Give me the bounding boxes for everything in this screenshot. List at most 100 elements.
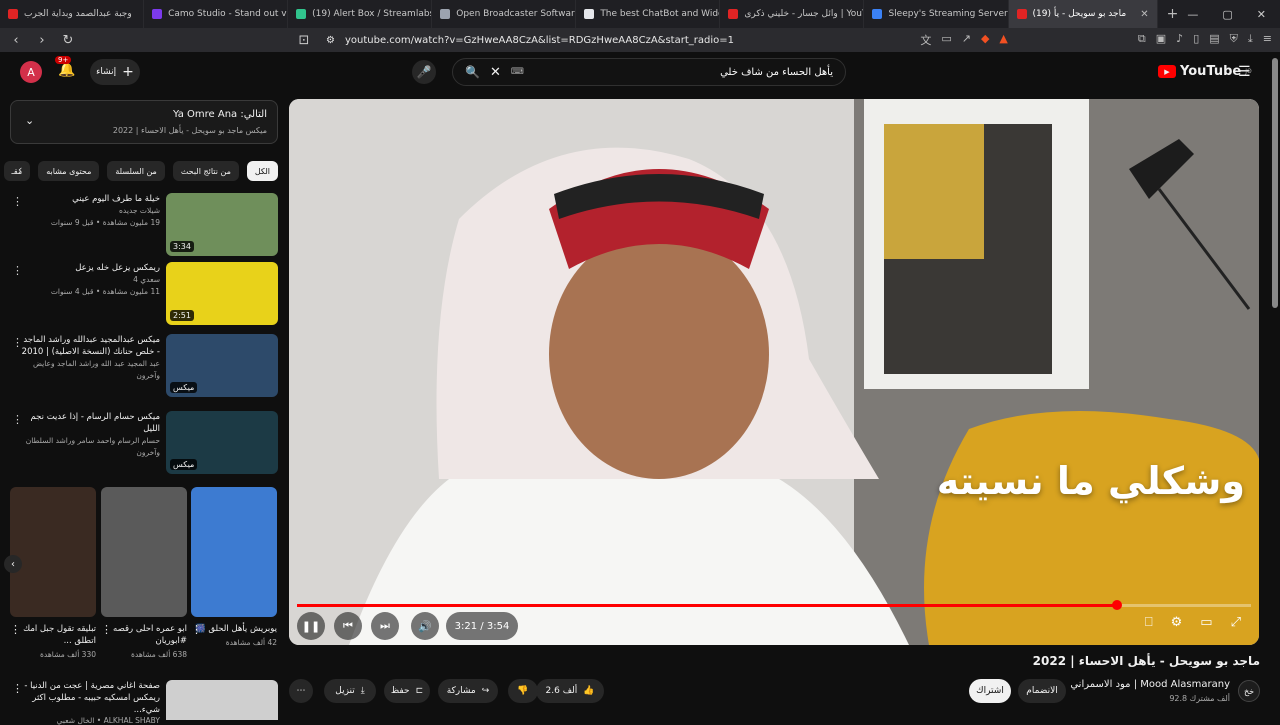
address-bar[interactable]: ⚙ youtube.com/watch?v=GzHweAA8CzA&list=R… xyxy=(322,30,910,50)
wallet-icon[interactable]: ▤ xyxy=(1209,32,1219,48)
reload-icon[interactable]: ↻ xyxy=(60,33,76,48)
video-title[interactable]: خيلة ما طرف اليوم عيني xyxy=(20,193,160,205)
rewards-icon[interactable]: ▲ xyxy=(999,32,1007,48)
back-icon[interactable]: ‹ xyxy=(8,33,24,48)
close-tab-icon[interactable]: ✕ xyxy=(1140,9,1148,20)
short-title[interactable]: ابو عمره احلى رقصه #ابوريان xyxy=(101,623,187,647)
more-options-icon[interactable]: ⋮ xyxy=(12,682,23,695)
video-title[interactable]: ميكس عبدالمجيد عبدالله وراشد الماجد - خل… xyxy=(20,334,160,358)
more-options-icon[interactable]: ⋮ xyxy=(191,623,202,636)
avatar[interactable]: A xyxy=(20,61,42,83)
theater-mode-icon[interactable]: ▭ xyxy=(1200,615,1212,630)
site-info-icon[interactable]: ⚙ xyxy=(326,35,335,46)
browser-tab[interactable]: (19) Alert Box / Streamlabs xyxy=(288,0,433,28)
download-icon[interactable]: ⤓ xyxy=(1248,32,1253,48)
video-thumbnail[interactable]: 2:51 xyxy=(166,262,278,325)
save-button[interactable]: حفظ ⊏ xyxy=(384,679,430,703)
dislike-button[interactable]: 👎 xyxy=(508,679,538,703)
list-item[interactable]: صفحة اغاني مصرية | عجت من الدنيا - ريمكس… xyxy=(10,680,278,725)
page-scrollbar[interactable] xyxy=(1272,58,1278,308)
music-icon[interactable]: ♪ xyxy=(1176,32,1183,48)
subscribe-button[interactable]: اشتراك xyxy=(969,679,1011,703)
filter-chip[interactable]: من السلسلة xyxy=(107,161,165,181)
chips-prev-icon[interactable]: ‹ xyxy=(18,163,22,176)
clear-search-icon[interactable]: ✕ xyxy=(490,65,501,80)
video-thumbnail[interactable]: ميكس xyxy=(166,411,278,474)
new-tab-icon[interactable]: + xyxy=(1158,6,1188,22)
more-options-icon[interactable]: ⋮ xyxy=(101,623,112,636)
fullscreen-icon[interactable]: ⤢ xyxy=(1231,615,1241,630)
video-thumbnail[interactable]: ميكس xyxy=(166,334,278,397)
channel-name[interactable]: مود الاسمراني | Mood Alasmarany xyxy=(1070,679,1230,690)
browser-tab[interactable]: وجبة عبدالصمد وبداية الجرب xyxy=(0,0,145,28)
sidebar-icon[interactable]: ▯ xyxy=(1193,32,1199,48)
short-thumbnail[interactable] xyxy=(101,487,187,617)
browser-tab[interactable]: (19) ماجد بو سويحل - يأ ✕ xyxy=(1008,0,1158,28)
hamburger-menu-icon[interactable]: ☰ xyxy=(1238,64,1251,80)
bookmark-icon[interactable]: ⊡ xyxy=(296,33,312,48)
more-options-icon[interactable]: ⋮ xyxy=(12,195,23,208)
short-title[interactable]: تبليقه تقول جبل امك اتطلق ... xyxy=(10,623,96,647)
video-title[interactable]: ريمكس يزعل خله يزعل xyxy=(20,262,160,274)
channel-name[interactable]: سعدي 4 xyxy=(20,274,160,286)
next-button[interactable]: ⏭ xyxy=(371,612,399,640)
short-title[interactable]: يوبريش يأهل الحلق 🎆 xyxy=(191,623,277,635)
search-input[interactable]: 🔍 ✕ ⌨ يأهل الحساء من شاف خلي xyxy=(452,58,846,86)
filter-chip[interactable]: من نتائج البحث xyxy=(172,161,239,181)
channel-name[interactable]: حسام الرسام واحمد سامر وراشد السلطان وآخ… xyxy=(20,435,160,459)
screenshot-icon[interactable]: ▣ xyxy=(1156,32,1166,48)
voice-search-button[interactable]: 🎤 xyxy=(412,60,436,84)
create-button[interactable]: إنشاء + xyxy=(90,59,140,85)
more-actions-button[interactable]: ⋯ xyxy=(289,679,313,703)
more-options-icon[interactable]: ⋮ xyxy=(10,623,21,636)
search-icon[interactable]: 🔍 xyxy=(465,65,480,79)
list-item[interactable]: 3:34 خيلة ما طرف اليوم عيني شيلات جديده 19 … xyxy=(10,193,278,259)
forward-icon[interactable]: › xyxy=(34,33,50,48)
share-icon[interactable]: ↗ xyxy=(962,32,971,48)
short-thumbnail[interactable] xyxy=(10,487,96,617)
translate-icon[interactable]: 文 xyxy=(920,32,931,48)
keyboard-icon[interactable]: ⌨ xyxy=(511,67,524,77)
cast-icon[interactable]: ▭ xyxy=(941,32,951,48)
filter-chip[interactable]: الكل xyxy=(246,161,278,181)
download-button[interactable]: تنزيل ⤓ xyxy=(324,679,376,703)
browser-tab[interactable]: Open Broadcaster Software | O xyxy=(432,0,577,28)
close-window-icon[interactable]: ✕ xyxy=(1257,8,1266,21)
browser-tab[interactable]: وائل جسار - خليني ذكرى | YouTube xyxy=(720,0,865,28)
settings-icon[interactable]: ⚙ xyxy=(1171,615,1183,630)
browser-menu-icon[interactable]: ≡ xyxy=(1263,32,1272,48)
volume-button[interactable]: 🔊 xyxy=(411,612,439,640)
progress-bar[interactable] xyxy=(297,600,1251,610)
more-options-icon[interactable]: ⋮ xyxy=(12,413,23,426)
more-options-icon[interactable]: ⋮ xyxy=(12,336,23,349)
channel-name[interactable]: عبد المجيد عبد الله وراشد الماجد وعايض و… xyxy=(20,358,160,382)
video-thumbnail[interactable]: 3:34 xyxy=(166,193,278,256)
channel-name[interactable]: ALKHAL SHABY • الخال شعبي xyxy=(20,716,160,725)
brave-shield-icon[interactable]: ◆ xyxy=(981,32,989,48)
share-button[interactable]: مشاركة ↪ xyxy=(438,679,498,703)
video-title[interactable]: ميكس حسام الرسام - إذا عديت نجم الليل xyxy=(20,411,161,435)
puzzle-icon[interactable]: ⧉ xyxy=(1138,32,1146,48)
vpn-icon[interactable]: ⛨ xyxy=(1230,32,1238,48)
pause-button[interactable]: ❚❚ xyxy=(297,612,325,640)
browser-tab[interactable]: The best ChatBot and Widgets xyxy=(576,0,721,28)
mix-queue-panel[interactable]: ⌄ التالي: Ya Omre Ana ميكس ماجد بو سويحل… xyxy=(10,100,278,144)
list-item[interactable]: ميكس ميكس حسام الرسام - إذا عديت نجم اللي… xyxy=(10,411,278,477)
channel-name[interactable]: شيلات جديده xyxy=(20,205,160,217)
like-button[interactable]: 2.6 ألف 👍 xyxy=(536,679,604,703)
maximize-icon[interactable]: ▢ xyxy=(1222,8,1232,21)
video-player[interactable]: وشكلي ما نسيته ❚❚ ⏮ ⏭ 🔊 3:21 / 3:54 ⎕ ⚙ … xyxy=(289,99,1259,645)
subtitles-icon[interactable]: ⎕ xyxy=(1145,615,1153,630)
previous-button[interactable]: ⏮ xyxy=(334,612,362,640)
browser-tab[interactable]: Camo Studio - Stand out video xyxy=(144,0,289,28)
list-item[interactable]: ميكس ميكس عبدالمجيد عبدالله وراشد الماجد … xyxy=(10,334,278,400)
minimize-icon[interactable]: — xyxy=(1187,8,1198,21)
browser-tab[interactable]: Sleepy's Streaming Server Term xyxy=(864,0,1009,28)
bell-icon[interactable]: 🔔 xyxy=(58,62,75,78)
shorts-prev-button[interactable]: ‹ xyxy=(4,555,22,573)
short-thumbnail[interactable] xyxy=(191,487,277,617)
channel-avatar[interactable]: خخ xyxy=(1238,680,1260,702)
video-title[interactable]: صفحة اغاني مصرية | عجت من الدنيا - ريمكس… xyxy=(20,680,160,716)
chevron-down-icon[interactable]: ⌄ xyxy=(25,114,34,127)
filter-chip[interactable]: مقـ xyxy=(3,161,31,181)
